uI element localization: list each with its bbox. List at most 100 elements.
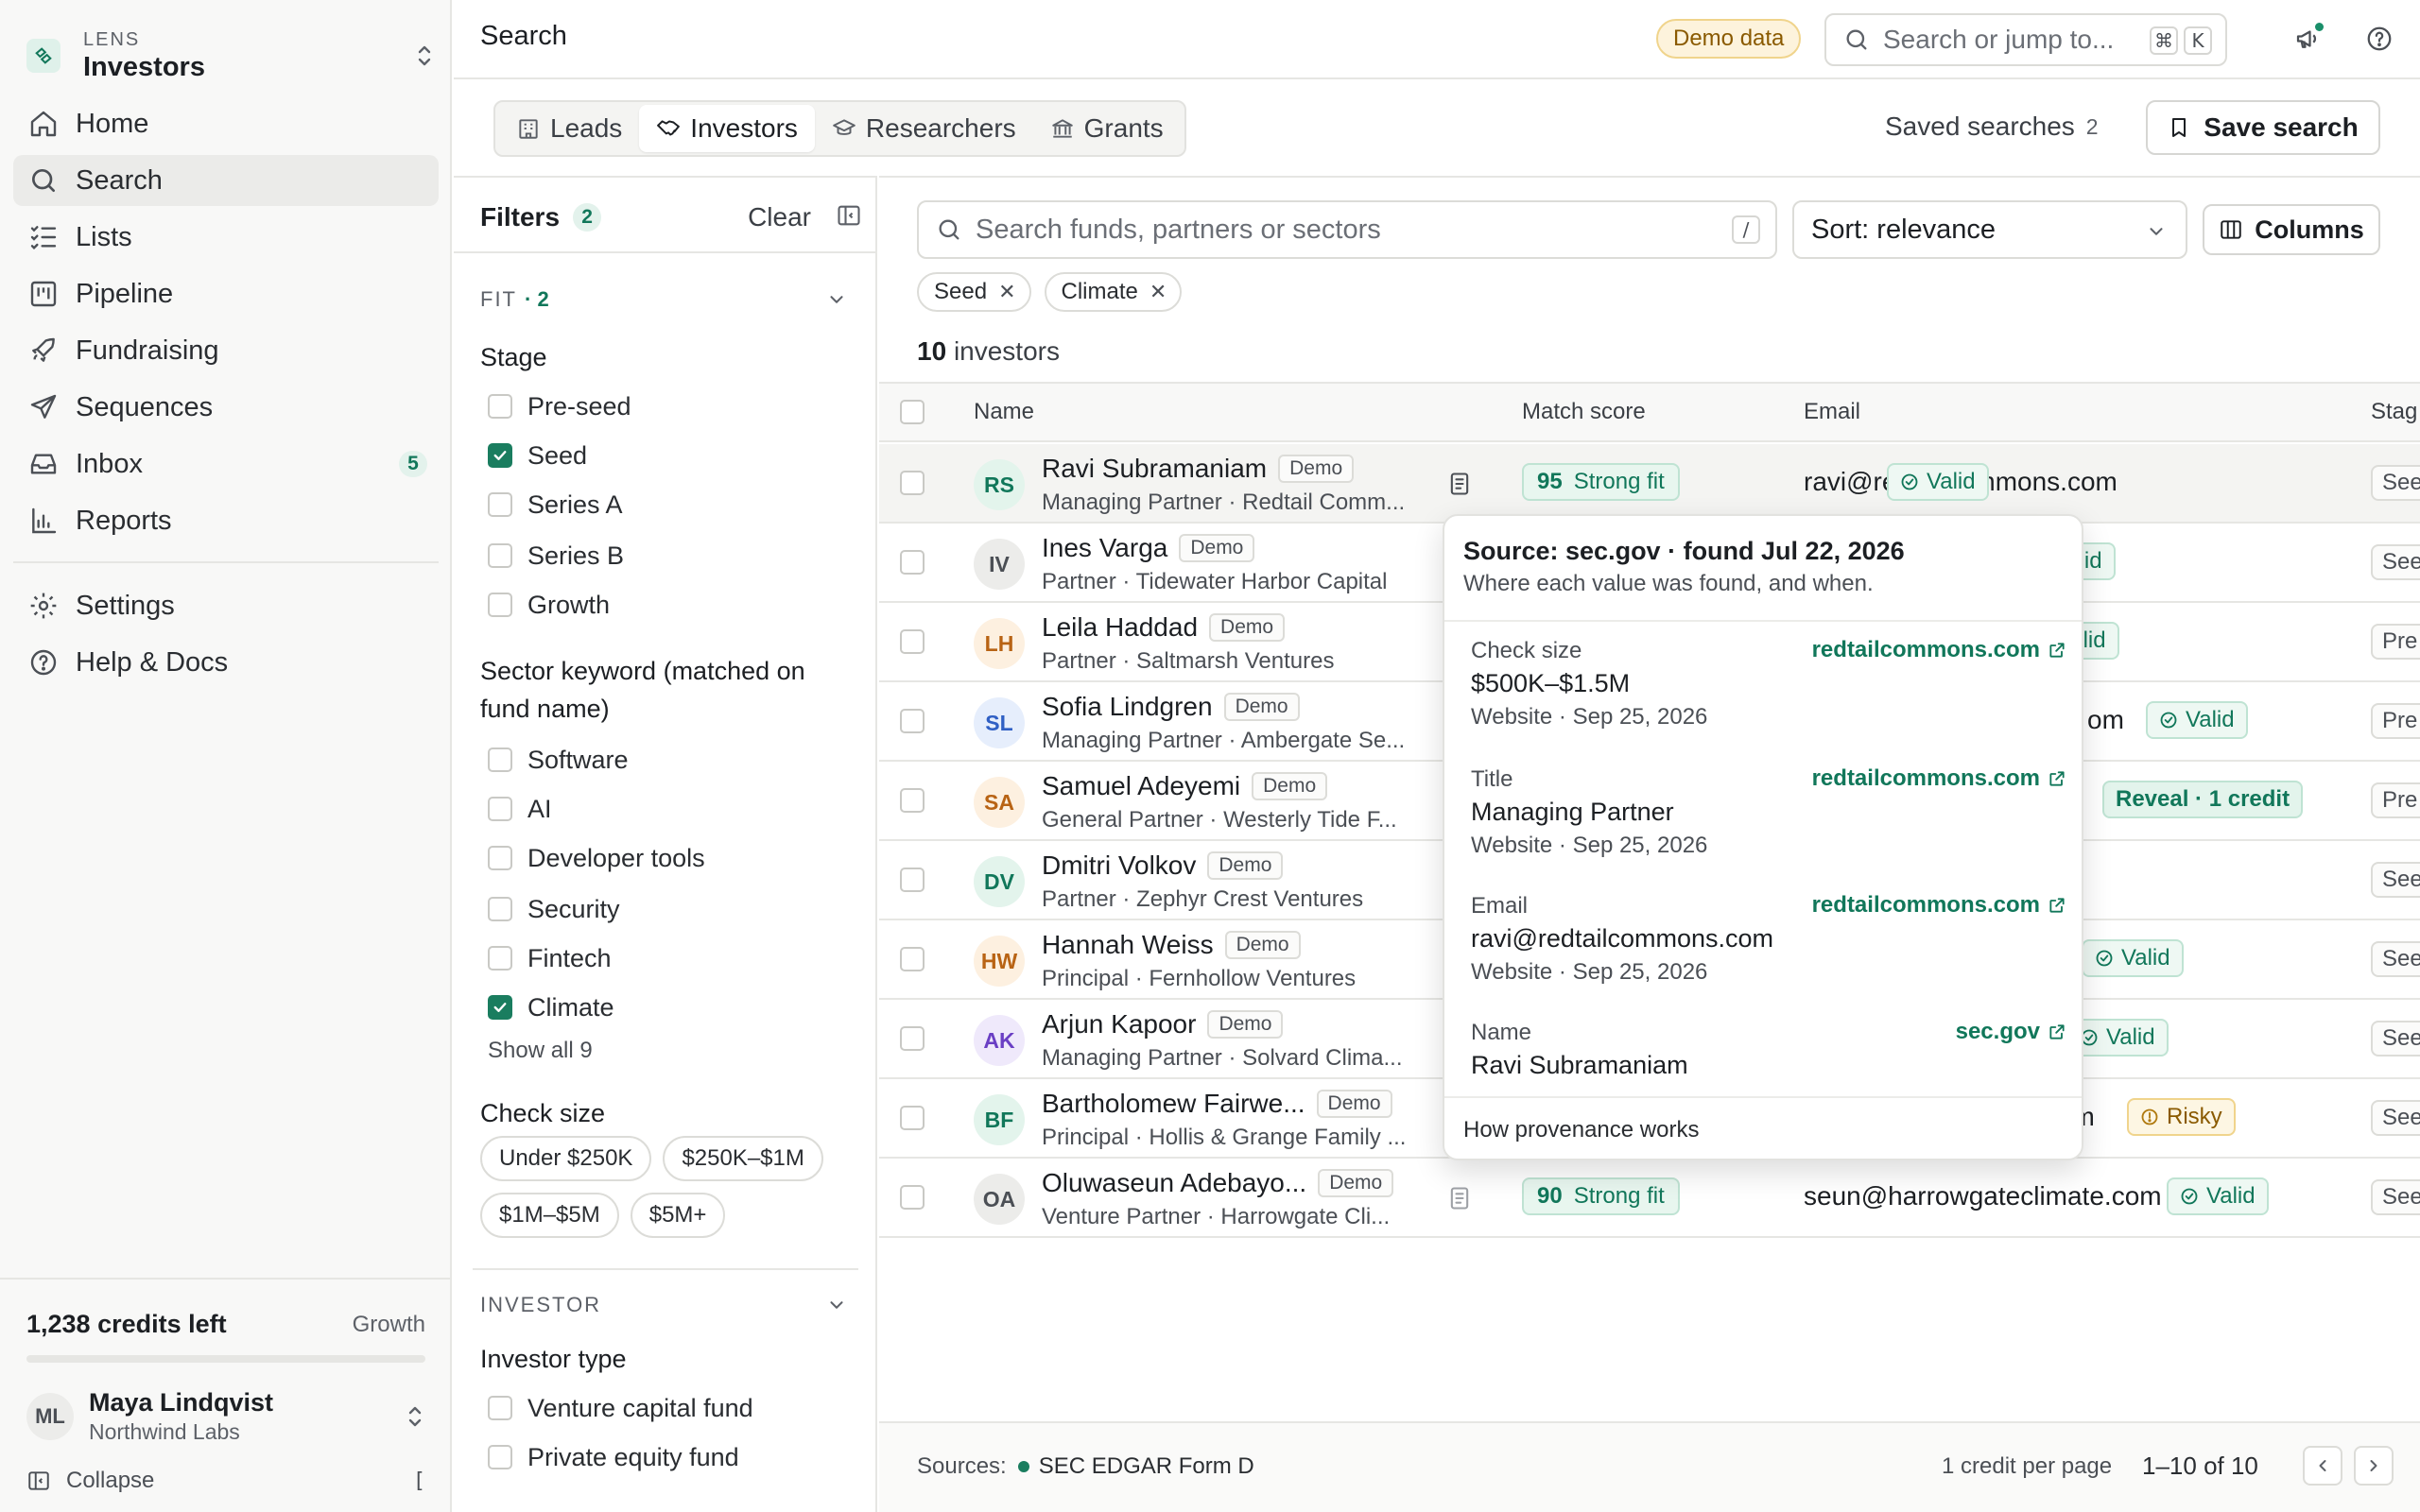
nav-item-sequences[interactable]: Sequences	[13, 382, 439, 433]
filter-chip-climate[interactable]: Climate ✕	[1044, 272, 1183, 312]
nav-item-reports[interactable]: Reports	[13, 495, 439, 546]
stage-option-seed[interactable]: Seed	[488, 437, 587, 474]
nav-item-lists[interactable]: Lists	[13, 212, 439, 263]
checkbox[interactable]	[488, 543, 512, 568]
tab-researchers[interactable]: Researchers	[815, 105, 1033, 152]
investor-type-option-vc[interactable]: Venture capital fund	[488, 1389, 753, 1427]
investor-name[interactable]: Leila Haddad Demo	[1042, 612, 1286, 643]
checkbox-checked[interactable]	[488, 995, 512, 1020]
table-row[interactable]: OA Oluwaseun Adebayo... Demo Venture Partne…	[879, 1159, 2420, 1238]
nav-item-inbox[interactable]: Inbox 5	[13, 438, 439, 490]
previous-page-button[interactable]	[2303, 1446, 2342, 1486]
column-header-name[interactable]: Name	[974, 399, 1034, 425]
investor-name[interactable]: Samuel Adeyemi Demo	[1042, 771, 1328, 801]
checkbox[interactable]	[488, 797, 512, 821]
row-checkbox[interactable]	[900, 868, 925, 892]
investor-name[interactable]: Bartholomew Fairwe... Demo	[1042, 1089, 1392, 1119]
global-search-input[interactable]: Search or jump to... ⌘ K	[1824, 13, 2227, 66]
row-checkbox[interactable]	[900, 1185, 925, 1210]
sector-option-security[interactable]: Security	[488, 890, 620, 928]
tab-leads[interactable]: Leads	[499, 105, 639, 152]
check-size-pill[interactable]: Under $250K	[480, 1136, 652, 1181]
workspace-switcher[interactable]: LENS Investors	[26, 13, 435, 98]
checkbox-checked[interactable]	[488, 443, 512, 468]
show-all-sectors-link[interactable]: Show all 9	[488, 1038, 593, 1064]
fit-section-toggle[interactable]: FIT · 2	[480, 287, 549, 312]
checkbox[interactable]	[488, 1445, 512, 1469]
check-size-pill[interactable]: $5M+	[630, 1193, 726, 1238]
investor-name[interactable]: Hannah Weiss Demo	[1042, 930, 1301, 960]
tab-grants[interactable]: Grants	[1033, 105, 1181, 152]
investor-name[interactable]: Sofia Lindgren Demo	[1042, 692, 1300, 722]
row-checkbox[interactable]	[900, 550, 925, 575]
provenance-button[interactable]	[1446, 471, 1473, 497]
checkbox[interactable]	[488, 593, 512, 617]
nav-item-help[interactable]: Help & Docs	[13, 637, 439, 688]
investor-name[interactable]: Dmitri Volkov Demo	[1042, 850, 1284, 881]
checkbox[interactable]	[488, 492, 512, 517]
column-header-email[interactable]: Email	[1804, 399, 1860, 425]
reveal-email-button[interactable]: Reveal · 1 credit	[2102, 781, 2304, 818]
investor-search-input[interactable]: Search funds, partners or sectors /	[917, 200, 1777, 259]
row-checkbox[interactable]	[900, 629, 925, 654]
nav-item-search[interactable]: Search	[13, 155, 439, 206]
stage-option-series-a[interactable]: Series A	[488, 486, 623, 524]
collapse-filters-button[interactable]	[836, 202, 862, 229]
source-link[interactable]: sec.gov	[1956, 1019, 2066, 1045]
columns-button[interactable]: Columns	[2203, 204, 2380, 255]
filter-chip-seed[interactable]: Seed ✕	[917, 272, 1031, 312]
column-header-stage[interactable]: Stag	[2371, 399, 2417, 425]
checkbox[interactable]	[488, 846, 512, 870]
saved-searches-button[interactable]: Saved searches 2	[1885, 112, 2099, 142]
row-checkbox[interactable]	[900, 471, 925, 495]
row-checkbox[interactable]	[900, 709, 925, 733]
email-value[interactable]: om	[2087, 705, 2124, 735]
collapse-sidebar-button[interactable]: Collapse [	[26, 1465, 425, 1497]
investor-type-option-pe[interactable]: Private equity fund	[488, 1438, 739, 1476]
sector-option-fintech[interactable]: Fintech	[488, 939, 612, 977]
nav-item-home[interactable]: Home	[13, 98, 439, 149]
chevron-down-icon[interactable]	[826, 289, 847, 310]
nav-item-settings[interactable]: Settings	[13, 580, 439, 631]
investor-name[interactable]: Ines Varga Demo	[1042, 533, 1255, 563]
sector-option-climate[interactable]: Climate	[488, 988, 614, 1026]
investor-section-toggle[interactable]: INVESTOR	[480, 1293, 601, 1317]
checkbox[interactable]	[488, 897, 512, 921]
select-all-checkbox[interactable]	[900, 400, 925, 424]
nav-item-fundraising[interactable]: Fundraising	[13, 325, 439, 376]
column-header-match-score[interactable]: Match score	[1522, 399, 1646, 425]
source-link[interactable]: redtailcommons.com	[1812, 892, 2066, 919]
provenance-button[interactable]	[1446, 1185, 1473, 1211]
investor-name[interactable]: Ravi Subramaniam Demo	[1042, 454, 1355, 484]
investor-name[interactable]: Arjun Kapoor Demo	[1042, 1009, 1284, 1040]
row-checkbox[interactable]	[900, 947, 925, 971]
user-menu[interactable]: ML Maya Lindqvist Northwind Labs	[26, 1383, 425, 1450]
row-checkbox[interactable]	[900, 788, 925, 813]
source-link[interactable]: redtailcommons.com	[1812, 637, 2066, 663]
investor-name[interactable]: Oluwaseun Adebayo... Demo	[1042, 1168, 1394, 1198]
sort-select[interactable]: Sort: relevance	[1792, 200, 2187, 259]
sector-option-ai[interactable]: AI	[488, 790, 552, 828]
table-row[interactable]: RS Ravi Subramaniam Demo Managing Partner ·…	[879, 444, 2420, 524]
email-value[interactable]: seun@harrowgateclimate.com	[1804, 1181, 2162, 1211]
stage-option-series-b[interactable]: Series B	[488, 537, 624, 575]
tab-investors[interactable]: Investors	[639, 105, 815, 152]
chevron-down-icon[interactable]	[826, 1295, 847, 1315]
help-button[interactable]	[2365, 25, 2394, 53]
clear-filters-button[interactable]: Clear	[748, 202, 811, 232]
checkbox[interactable]	[488, 394, 512, 419]
save-search-button[interactable]: Save search	[2146, 100, 2380, 155]
announcements-button[interactable]	[2293, 23, 2324, 53]
check-size-pill[interactable]: $1M–$5M	[480, 1193, 619, 1238]
sector-option-software[interactable]: Software	[488, 741, 629, 779]
checkbox[interactable]	[488, 1396, 512, 1420]
stage-option-pre-seed[interactable]: Pre-seed	[488, 387, 631, 425]
sector-option-developer-tools[interactable]: Developer tools	[488, 839, 705, 877]
close-icon[interactable]: ✕	[1150, 280, 1167, 304]
nav-item-pipeline[interactable]: Pipeline	[13, 268, 439, 319]
next-page-button[interactable]	[2354, 1446, 2394, 1486]
checkbox[interactable]	[488, 747, 512, 772]
row-checkbox[interactable]	[900, 1026, 925, 1051]
how-provenance-works-link[interactable]: How provenance works	[1463, 1117, 1699, 1143]
close-icon[interactable]: ✕	[998, 280, 1015, 304]
